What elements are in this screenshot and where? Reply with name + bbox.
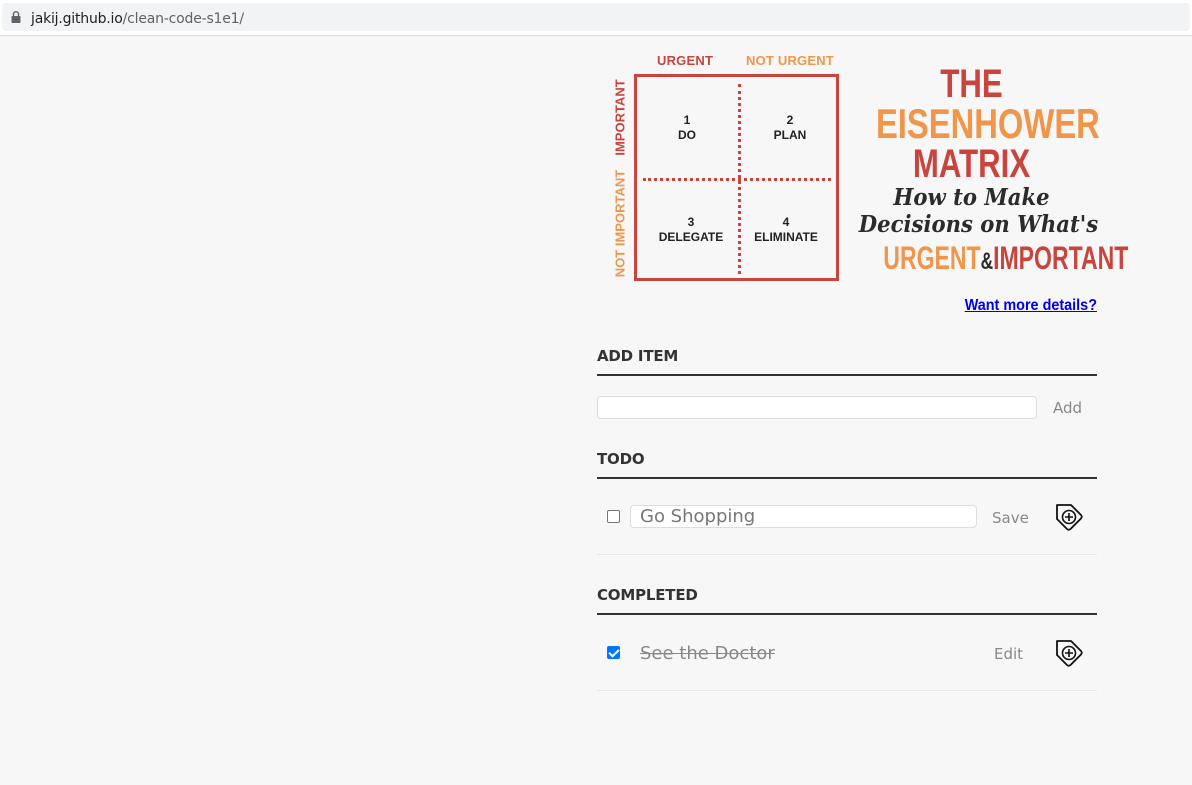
- completed-row-divider: [597, 690, 1097, 691]
- add-item-rule: [597, 374, 1097, 376]
- cell-number: 2: [786, 113, 794, 127]
- save-button[interactable]: Save: [992, 509, 1029, 527]
- add-item-heading: ADD ITEM: [597, 347, 679, 365]
- cell-plan: 2 PLAN: [740, 113, 840, 143]
- todo-checkbox[interactable]: [607, 510, 620, 523]
- url-text: jakij.github.io/clean-code-s1e1/: [31, 11, 244, 27]
- cell-label: DELEGATE: [658, 230, 724, 244]
- cell-label: ELIMINATE: [754, 230, 818, 244]
- cell-number: 4: [782, 215, 790, 229]
- todo-task-input[interactable]: Go Shopping: [630, 505, 977, 528]
- tag-plus-icon[interactable]: [1053, 501, 1085, 533]
- more-details-link[interactable]: Want more details?: [965, 297, 1097, 315]
- cell-number: 1: [683, 113, 691, 127]
- title-eisenhower: EISENHOWER: [875, 100, 1100, 147]
- row-important-label: IMPORTANT: [612, 79, 628, 156]
- completed-heading: COMPLETED: [597, 586, 698, 604]
- tag-plus-icon[interactable]: [1053, 637, 1085, 669]
- url-host: jakij.github.io: [31, 11, 123, 27]
- completed-checkbox[interactable]: [607, 646, 620, 659]
- browser-address-bar: jakij.github.io/clean-code-s1e1/: [0, 0, 1192, 36]
- title-matrix: MATRIX: [912, 142, 1031, 186]
- cell-label: DO: [678, 128, 696, 142]
- todo-heading: TODO: [597, 450, 645, 468]
- subtitle-line-2: Decisions on What's: [858, 211, 1099, 238]
- todo-row-divider: [597, 554, 1097, 555]
- matrix-grid: 1 DO 2 PLAN 3 DELEGATE 4 ELIMINATE: [634, 74, 839, 281]
- add-button[interactable]: Add: [1053, 399, 1082, 417]
- cell-delegate: 3 DELEGATE: [641, 215, 741, 245]
- completed-task-label: See the Doctor: [640, 643, 775, 664]
- subtitle-line-1: How to Make: [893, 184, 1050, 211]
- title-the: THE: [940, 62, 1003, 106]
- url-field[interactable]: jakij.github.io/clean-code-s1e1/: [2, 3, 1190, 31]
- cell-number: 3: [687, 215, 695, 229]
- subtitle-urgent: URGENT: [883, 240, 981, 276]
- cell-eliminate: 4 ELIMINATE: [736, 215, 836, 245]
- matrix-title: THE EISENHOWER MATRIX How to Make Decisi…: [849, 62, 1129, 282]
- col-not-urgent-label: NOT URGENT: [746, 53, 834, 68]
- completed-rule: [597, 613, 1097, 615]
- url-path: /clean-code-s1e1/: [122, 11, 244, 27]
- lock-icon: [11, 11, 21, 23]
- edit-button[interactable]: Edit: [994, 645, 1023, 663]
- horizontal-divider: [643, 178, 831, 181]
- cell-label: PLAN: [773, 128, 807, 142]
- row-not-important-label: NOT IMPORTANT: [612, 169, 628, 278]
- new-task-input[interactable]: [597, 396, 1037, 419]
- subtitle-line-3: URGENT&IMPORTANT: [883, 238, 1128, 282]
- subtitle-important: IMPORTANT: [993, 240, 1129, 276]
- todo-rule: [597, 477, 1097, 479]
- address-bar-divider: [0, 35, 1192, 36]
- cell-do: 1 DO: [637, 113, 737, 143]
- col-urgent-label: URGENT: [657, 53, 714, 68]
- eisenhower-matrix-image: URGENT NOT URGENT IMPORTANT NOT IMPORTAN…: [604, 46, 1129, 286]
- subtitle-ampersand: &: [980, 248, 994, 275]
